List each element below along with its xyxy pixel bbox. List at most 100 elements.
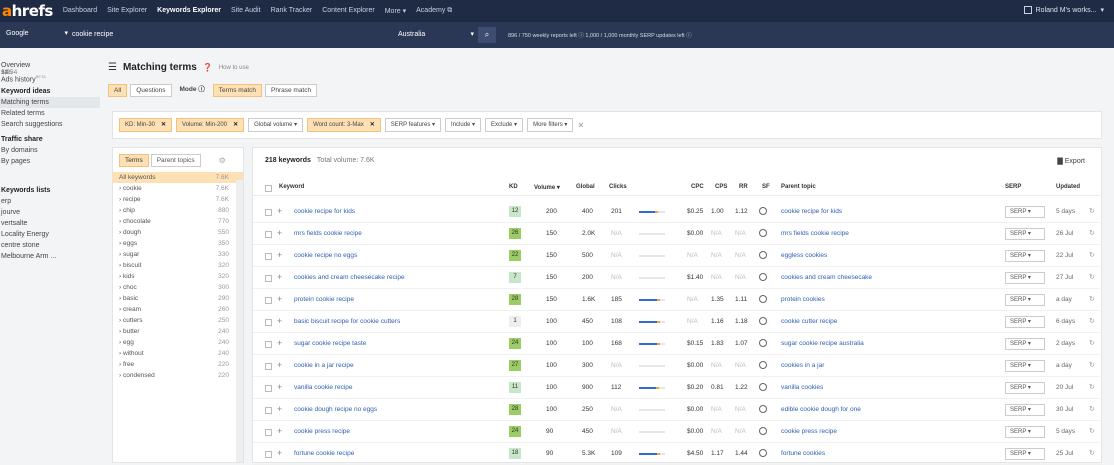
keyword-link[interactable]: basic biscuit recipe for cookie cutters [294,318,400,325]
serp-features-icon[interactable] [759,251,767,259]
clear-filters-icon[interactable]: ✕ [577,121,584,130]
scrollbar[interactable] [236,180,243,462]
close-icon[interactable]: ✕ [161,122,166,128]
serp-features-icon[interactable] [759,339,767,347]
serp-features-icon[interactable] [759,229,767,237]
row-checkbox[interactable] [265,275,272,282]
filter-volume[interactable]: Volume: Min-200 ✕ [176,118,245,132]
filter-exclude[interactable]: Exclude ▾ [485,118,524,132]
add-icon[interactable]: + [277,250,282,260]
keyword-link[interactable]: cookie recipe no eggs [294,252,357,259]
refresh-icon[interactable]: ↻ [1089,251,1095,259]
keyword-list-item[interactable]: Melbourne Arm ... 1,234 [0,69,100,262]
keyword-list-item[interactable]: erp 146 [0,69,100,207]
sidebar-item-by-domains[interactable]: By domains [0,145,100,156]
row-checkbox[interactable] [265,363,272,370]
sidebar-item-matching-terms[interactable]: Matching terms [0,97,100,108]
term-item[interactable]: › egg 240 [113,337,243,348]
filter-kd[interactable]: KD: Min-30 ✕ [119,118,173,132]
row-checkbox[interactable] [265,385,272,392]
term-item[interactable]: › free 220 [113,359,243,370]
term-item[interactable]: › cutters 250 [113,315,243,326]
parent-topic-link[interactable]: cookie cutter recipe [781,318,837,325]
keyword-link[interactable]: fortune cookie recipe [294,450,354,457]
refresh-icon[interactable]: ↻ [1089,339,1095,347]
refresh-icon[interactable]: ↻ [1089,449,1095,457]
close-icon[interactable]: ✕ [233,122,238,128]
term-item[interactable]: › butter 240 [113,326,243,337]
parent-topic-link[interactable]: cookies and cream cheesecake [781,274,872,281]
refresh-icon[interactable]: ↻ [1089,229,1095,237]
term-item[interactable]: › recipe 7.6K [113,194,243,205]
add-icon[interactable]: + [277,426,282,436]
parent-topic-link[interactable]: cookies in a jar [781,362,824,369]
tab-terms[interactable]: Terms [119,154,149,167]
add-icon[interactable]: + [277,360,282,370]
ahrefs-logo[interactable]: ahrefs [2,2,53,20]
help-icon[interactable]: ❓ [203,63,213,72]
close-icon[interactable]: ✕ [370,122,375,128]
term-item[interactable]: › cream 260 [113,304,243,315]
refresh-icon[interactable]: ↻ [1089,405,1095,413]
parent-topic-link[interactable]: sugar cookie recipe australia [781,340,864,347]
keyword-list-item[interactable]: jourve 22 [0,69,100,218]
keyword-link[interactable]: sugar cookie recipe taste [294,340,366,347]
term-item[interactable]: › kids 320 [113,271,243,282]
mode-terms-match[interactable]: Terms match [212,84,262,97]
term-item[interactable]: › dough 550 [113,227,243,238]
add-icon[interactable]: + [277,404,282,414]
term-item[interactable]: › chocolate 770 [113,216,243,227]
column-header[interactable]: KD [509,184,518,190]
nav-item[interactable]: Site Audit [231,7,261,15]
term-item[interactable]: › cookie 7.6K [113,183,243,194]
filter-include[interactable]: Include ▾ [445,118,482,132]
serp-features-icon[interactable] [759,317,767,325]
row-checkbox[interactable] [265,341,272,348]
keyword-list-item[interactable]: Locality Energy 53 [0,69,100,240]
serp-features-icon[interactable] [759,207,767,215]
gear-icon[interactable]: ⚙ [219,156,226,165]
serp-dropdown[interactable]: SERP ▾ [1005,404,1045,416]
nav-item[interactable]: Dashboard [63,7,97,15]
term-item[interactable]: › chip 880 [113,205,243,216]
keyword-link[interactable]: cookie recipe for kids [294,208,355,215]
term-item[interactable]: › without 240 [113,348,243,359]
serp-dropdown[interactable]: SERP ▾ [1005,448,1045,460]
column-header[interactable]: CPS [715,184,727,190]
term-item[interactable]: › biscuit 320 [113,260,243,271]
serp-dropdown[interactable]: SERP ▾ [1005,426,1045,438]
column-header[interactable]: Keyword [279,184,304,190]
refresh-icon[interactable]: ↻ [1089,295,1095,303]
column-header[interactable]: Clicks [609,184,627,190]
mode-phrase-match[interactable]: Phrase match [265,84,318,97]
how-to-link[interactable]: How to use [219,65,249,71]
filter-word-count[interactable]: Word count: 3-Max ✕ [307,118,381,132]
row-checkbox[interactable] [265,253,272,260]
add-icon[interactable]: + [277,228,282,238]
add-icon[interactable]: + [277,338,282,348]
serp-features-icon[interactable] [759,427,767,435]
column-header[interactable]: Volume ▾ [534,184,560,191]
tab-questions[interactable]: Questions [130,84,172,97]
serp-dropdown[interactable]: SERP ▾ [1005,272,1045,284]
parent-topic-link[interactable]: protein cookies [781,296,825,303]
add-icon[interactable]: + [277,294,282,304]
serp-features-icon[interactable] [759,361,767,369]
serp-features-icon[interactable] [759,405,767,413]
keyword-link[interactable]: cookie dough recipe no eggs [294,406,377,413]
column-header[interactable]: Updated [1056,184,1080,190]
column-header[interactable]: CPC [691,184,704,190]
serp-dropdown[interactable]: SERP ▾ [1005,228,1045,240]
parent-topic-link[interactable]: cookie recipe for kids [781,208,842,215]
row-checkbox[interactable] [265,297,272,304]
serp-dropdown[interactable]: SERP ▾ [1005,382,1045,394]
serp-features-icon[interactable] [759,295,767,303]
filter-more[interactable]: More filters ▾ [527,118,574,132]
keyword-list-item[interactable]: centre stone 11 [0,69,100,251]
refresh-icon[interactable]: ↻ [1089,427,1095,435]
location-select[interactable]: Australia ▾ [398,28,474,42]
serp-features-icon[interactable] [759,383,767,391]
term-item[interactable]: › eggs 350 [113,238,243,249]
row-checkbox[interactable] [265,407,272,414]
add-icon[interactable]: + [277,206,282,216]
